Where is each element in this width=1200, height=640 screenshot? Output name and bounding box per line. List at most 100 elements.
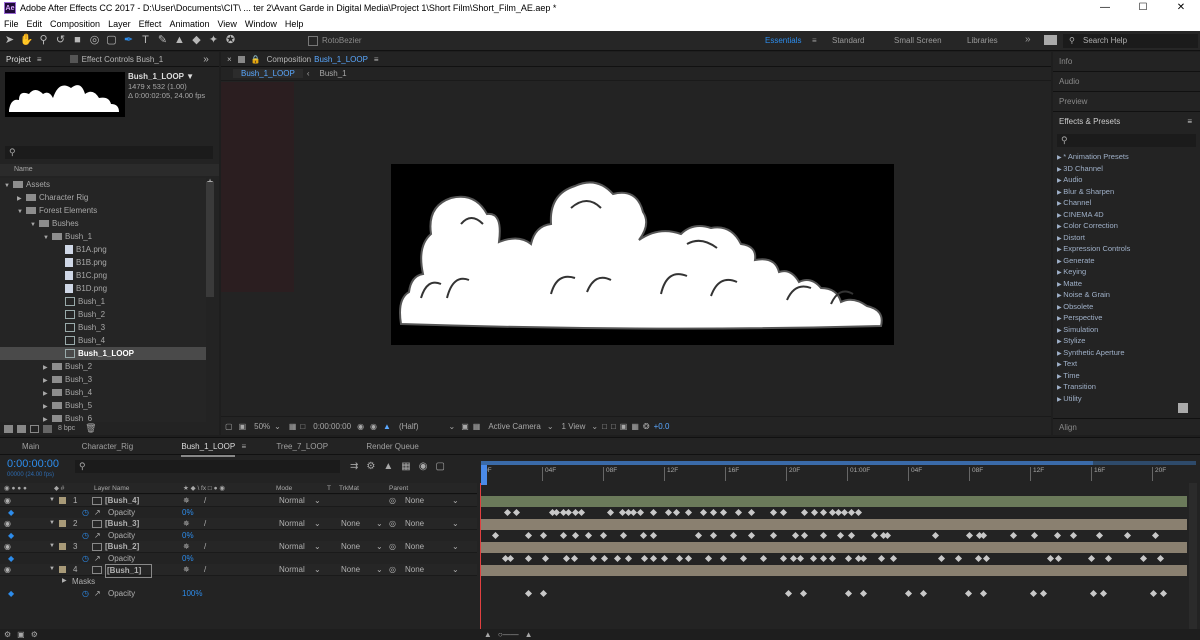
masks-twirl-icon[interactable]: ▶	[62, 576, 67, 588]
menu-effect[interactable]: Effect	[139, 19, 162, 29]
keyframe[interactable]	[800, 508, 809, 517]
keyframe[interactable]	[904, 589, 913, 598]
brush-tool-icon[interactable]: ✎	[155, 33, 170, 48]
trkmat-chevron-down-icon[interactable]: ⌄	[376, 564, 383, 576]
panel-overflow-icon[interactable]: »	[203, 52, 209, 67]
parent-chevron-down-icon[interactable]: ⌄	[452, 564, 459, 576]
label-color-icon[interactable]	[59, 520, 66, 527]
preview-panel-header[interactable]: Preview	[1053, 92, 1200, 112]
project-item[interactable]: ▶ Bush_5	[0, 399, 206, 412]
keyframe[interactable]	[684, 508, 693, 517]
keyframe[interactable]	[589, 554, 598, 563]
keyframe[interactable]	[506, 554, 515, 563]
zoom-chevron-down-icon[interactable]: ⌄	[274, 422, 281, 431]
hand-tool-icon[interactable]: ✋	[19, 33, 34, 48]
keyframe[interactable]	[974, 554, 983, 563]
pen-tool-icon[interactable]: ✒	[121, 33, 136, 48]
keyframe[interactable]	[649, 554, 658, 563]
keyframe[interactable]	[779, 508, 788, 517]
item-name[interactable]: Bush_1_LOOP ▼	[128, 72, 194, 81]
always-preview-icon[interactable]: ▢	[225, 422, 233, 431]
effects-category-item[interactable]: ▶ Noise & Grain	[1053, 289, 1200, 301]
keyframe[interactable]	[844, 589, 853, 598]
effects-category-item[interactable]: ▶ Stylize	[1053, 335, 1200, 347]
layer-name-header[interactable]: Layer Name	[94, 483, 129, 494]
effects-menu-icon[interactable]: ≡	[1187, 112, 1192, 132]
graph-icon[interactable]: ↗	[94, 507, 101, 519]
collapse-switch-icon[interactable]: ✵	[183, 518, 190, 530]
rotobezier-checkbox[interactable]	[308, 35, 318, 46]
menu-composition[interactable]: Composition	[50, 19, 100, 29]
keyframe[interactable]	[512, 508, 521, 517]
keyframe[interactable]	[836, 531, 845, 540]
layer-name[interactable]: [Bush_4]	[105, 495, 139, 507]
effects-new-icon[interactable]	[1178, 403, 1188, 413]
effects-category-item[interactable]: ▶ Expression Controls	[1053, 243, 1200, 255]
name-column-header[interactable]: Name	[0, 164, 219, 176]
color-depth-icon[interactable]	[43, 424, 52, 433]
new-folder-icon[interactable]	[17, 424, 26, 433]
effects-category-item[interactable]: ▶ Channel	[1053, 197, 1200, 209]
sync-settings-icon[interactable]	[1044, 35, 1057, 45]
keyframe-nav-icon[interactable]: ◆	[8, 588, 14, 600]
keyframe[interactable]	[791, 531, 800, 540]
audio-panel-header[interactable]: Audio	[1053, 72, 1200, 92]
region-icon[interactable]: □	[300, 422, 305, 431]
resolution-dropdown[interactable]: (Half)	[399, 422, 419, 431]
project-item[interactable]: ▼ Forest Elements	[0, 204, 206, 217]
keyframe[interactable]	[491, 531, 500, 540]
work-area-range[interactable]	[481, 461, 1093, 465]
keyframe[interactable]	[800, 531, 809, 540]
keyframe[interactable]	[819, 508, 828, 517]
trkmat-header[interactable]: TrkMat	[339, 483, 359, 494]
playhead-marker[interactable]	[481, 465, 487, 485]
project-item[interactable]: ▼ Bushes	[0, 217, 206, 230]
keyframe[interactable]	[1139, 554, 1148, 563]
keyframe[interactable]	[982, 554, 991, 563]
project-item[interactable]: B1D.png	[0, 282, 206, 295]
layer-duration-bar[interactable]	[481, 542, 1187, 553]
keyframe[interactable]	[624, 554, 633, 563]
keyframe[interactable]	[600, 554, 609, 563]
keyframe[interactable]	[747, 508, 756, 517]
show-snapshot-icon[interactable]: ◉	[370, 422, 377, 431]
keyframe[interactable]	[709, 531, 718, 540]
property-value[interactable]: 0%	[182, 507, 194, 519]
keyframe[interactable]	[931, 531, 940, 540]
tab-project[interactable]: Project	[6, 52, 31, 67]
tab-effect-controls[interactable]: Effect Controls Bush_1	[82, 52, 164, 67]
type-tool-icon[interactable]: T	[138, 33, 153, 48]
menu-file[interactable]: File	[4, 19, 19, 29]
more-workspaces-icon[interactable]: »	[1025, 34, 1031, 45]
exposure-value[interactable]: +0.0	[654, 422, 670, 431]
keyframe[interactable]	[719, 554, 728, 563]
keyframe[interactable]	[1149, 589, 1158, 598]
stopwatch-icon[interactable]: ◷	[82, 530, 89, 542]
keyframe[interactable]	[937, 554, 946, 563]
camera-tool-icon[interactable]: ■	[70, 33, 85, 48]
keyframe[interactable]	[672, 508, 681, 517]
keyframe[interactable]	[1099, 589, 1108, 598]
effects-category-item[interactable]: ▶ Simulation	[1053, 324, 1200, 336]
layer-duration-bar[interactable]	[481, 496, 1187, 507]
keyframe[interactable]	[877, 554, 886, 563]
graph-icon[interactable]: ↗	[94, 553, 101, 565]
menu-layer[interactable]: Layer	[108, 19, 131, 29]
effects-presets-title[interactable]: Effects & Presets	[1059, 117, 1120, 126]
keyframe[interactable]	[954, 554, 963, 563]
effects-category-item[interactable]: ▶ Distort	[1053, 232, 1200, 244]
minimize-icon[interactable]: —	[1086, 0, 1124, 16]
label-color-icon[interactable]	[59, 497, 66, 504]
keyframe[interactable]	[524, 589, 533, 598]
trkmat-dropdown[interactable]: None	[341, 518, 360, 530]
trkmat-dropdown[interactable]: None	[341, 541, 360, 553]
project-item[interactable]: Bush_1	[0, 295, 206, 308]
visibility-eye-icon[interactable]: ◉	[4, 541, 11, 553]
stopwatch-icon[interactable]: ◷	[82, 588, 89, 600]
bpc-label[interactable]: 8 bpc	[58, 425, 75, 432]
keyframe[interactable]	[1089, 589, 1098, 598]
graph-icon[interactable]: ↗	[94, 530, 101, 542]
keyframe[interactable]	[734, 508, 743, 517]
info-panel-header[interactable]: Info	[1053, 52, 1200, 72]
parent-chevron-down-icon[interactable]: ⌄	[452, 495, 459, 507]
